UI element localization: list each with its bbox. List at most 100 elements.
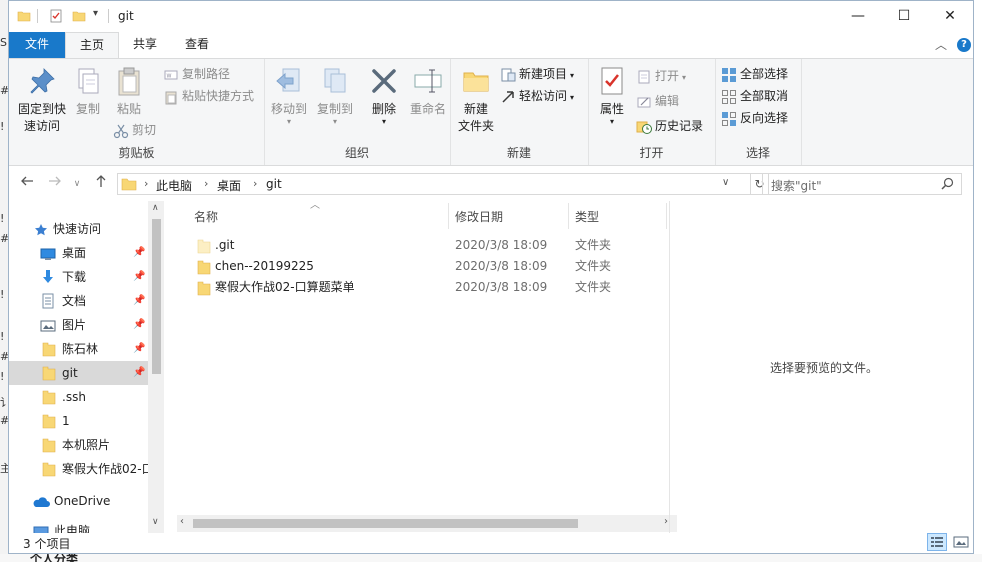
background-page-strip: 个人分类	[0, 554, 982, 562]
nav-this-pc[interactable]: 此电脑	[9, 519, 148, 533]
nav-item-downloads[interactable]: 下载 📌	[9, 265, 148, 289]
file-type: 文件夹	[575, 238, 612, 252]
copy-button[interactable]: 复制	[71, 65, 105, 118]
breadcrumb-chevron-icon[interactable]: ›	[204, 177, 208, 190]
horizontal-scroll-thumb[interactable]	[193, 519, 578, 528]
minimize-button[interactable]: —	[835, 1, 881, 32]
chevron-right-icon[interactable]: ›	[664, 516, 668, 527]
breadcrumb-desktop[interactable]: 桌面	[217, 177, 241, 194]
details-view-button[interactable]	[927, 533, 947, 551]
address-dropdown-icon[interactable]: ∨	[722, 177, 729, 188]
folder-icon	[42, 461, 56, 481]
pin-to-quick-access-button[interactable]: 固定到快 速访问	[13, 65, 71, 135]
easy-access-button[interactable]: 轻松访问 ▾	[500, 87, 574, 105]
nav-item-local-photos[interactable]: 本机照片	[9, 433, 148, 457]
breadcrumb-chevron-icon[interactable]: ›	[144, 177, 148, 190]
scissors-icon	[113, 123, 129, 139]
nav-item-ssh[interactable]: .ssh	[9, 385, 148, 409]
explorer-window: ▾ git — ☐ ✕ 文件 主页 共享 查看 ︿ ? 固定到快 速访问 复制 …	[8, 0, 974, 554]
copy-path-button[interactable]: W 复制路径	[163, 65, 230, 83]
column-divider[interactable]	[568, 203, 569, 229]
back-button[interactable]	[17, 174, 37, 194]
breadcrumb-chevron-icon[interactable]: ›	[253, 177, 257, 190]
address-bar[interactable]: › 此电脑 › 桌面 › git ∨	[117, 173, 751, 195]
invert-selection-button[interactable]: 反向选择	[721, 109, 788, 127]
breadcrumb-git[interactable]: git	[266, 177, 282, 191]
paste-shortcut-icon	[163, 89, 179, 105]
tab-share[interactable]: 共享	[119, 32, 171, 58]
open-button[interactable]: 打开 ▾	[636, 67, 686, 85]
search-icon[interactable]	[941, 177, 954, 193]
maximize-button[interactable]: ☐	[881, 1, 927, 32]
horizontal-scrollbar[interactable]: ‹ ›	[177, 515, 677, 532]
history-label: 历史记录	[655, 119, 704, 133]
rename-button[interactable]: 重命名	[408, 65, 448, 118]
copy-to-button[interactable]: 复制到 ▾	[314, 65, 356, 126]
preview-pane: 选择要预览的文件。	[669, 201, 974, 533]
pin-icon	[26, 65, 58, 97]
invert-selection-icon	[721, 111, 737, 127]
paste-button[interactable]: 粘贴	[111, 65, 147, 118]
nav-scrollbar[interactable]: ∧ ∨	[148, 201, 164, 533]
chevron-up-icon[interactable]: ∧	[152, 203, 159, 213]
up-button[interactable]	[91, 174, 111, 194]
file-row[interactable]: 寒假大作战02-口算题菜单 2020/3/8 18:09 文件夹	[186, 277, 666, 298]
forward-button[interactable]	[45, 174, 65, 194]
window-title: git	[118, 9, 134, 23]
file-row[interactable]: chen--20199225 2020/3/8 18:09 文件夹	[186, 256, 666, 277]
column-divider[interactable]	[666, 203, 667, 229]
large-icons-view-button[interactable]	[951, 533, 971, 551]
file-row[interactable]: .git 2020/3/8 18:09 文件夹	[186, 235, 666, 256]
star-icon	[34, 221, 48, 241]
help-icon[interactable]: ?	[957, 38, 971, 52]
new-folder-icon[interactable]	[72, 9, 86, 26]
new-folder-button[interactable]: 新建 文件夹	[454, 65, 498, 135]
chevron-down-icon[interactable]: ∨	[152, 517, 159, 527]
quick-access-dropdown-icon[interactable]: ▾	[93, 8, 98, 19]
folder-icon	[42, 437, 56, 457]
nav-item-chenshilin[interactable]: 陈石林 📌	[9, 337, 148, 361]
select-all-button[interactable]: 全部选择	[721, 65, 788, 83]
column-header-date[interactable]: 修改日期	[455, 208, 503, 225]
tab-file[interactable]: 文件	[9, 32, 65, 58]
properties-check-icon[interactable]	[49, 9, 63, 26]
nav-onedrive[interactable]: OneDrive	[9, 489, 148, 513]
nav-item-winter-project[interactable]: 寒假大作战02-口	[9, 457, 148, 481]
breadcrumb-this-pc[interactable]: 此电脑	[156, 177, 192, 194]
select-none-button[interactable]: 全部取消	[721, 87, 788, 105]
properties-button[interactable]: 属性 ▾	[594, 65, 630, 126]
nav-item-documents[interactable]: 文档 📌	[9, 289, 148, 313]
new-item-button[interactable]: 新建项目 ▾	[500, 65, 574, 83]
move-to-button[interactable]: 移动到 ▾	[268, 65, 310, 126]
select-none-label: 全部取消	[740, 89, 789, 103]
recent-locations-button[interactable]: ∨	[67, 174, 87, 194]
close-button[interactable]: ✕	[927, 1, 973, 32]
nav-item-1[interactable]: 1	[9, 409, 148, 433]
nav-item-pictures[interactable]: 图片 📌	[9, 313, 148, 337]
select-all-label: 全部选择	[740, 67, 789, 81]
search-box[interactable]: 搜索"git"	[762, 173, 962, 195]
new-folder-label-line1: 新建	[463, 102, 488, 116]
group-label-clipboard: 剪贴板	[118, 146, 155, 160]
delete-button[interactable]: 删除 ▾	[368, 65, 400, 126]
collapse-ribbon-icon[interactable]: ︿	[935, 36, 947, 53]
history-button[interactable]: 历史记录	[636, 117, 703, 135]
nav-item-desktop[interactable]: 桌面 📌	[9, 241, 148, 265]
chevron-left-icon[interactable]: ‹	[180, 516, 184, 527]
column-header-name[interactable]: 名称	[194, 208, 218, 225]
paste-shortcut-button[interactable]: 粘贴快捷方式	[163, 87, 254, 105]
ribbon: 固定到快 速访问 复制 粘贴 W 复制路径 粘贴快捷方式 剪切 剪贴板 移动到 …	[9, 58, 973, 166]
tab-view[interactable]: 查看	[171, 32, 223, 58]
copy-to-icon	[319, 65, 351, 97]
copy-path-icon: W	[163, 67, 179, 83]
edit-button[interactable]: 编辑	[636, 92, 679, 110]
nav-scroll-thumb[interactable]	[152, 219, 161, 374]
nav-quick-access[interactable]: 快速访问	[9, 217, 148, 241]
column-divider[interactable]	[448, 203, 449, 229]
cut-button[interactable]: 剪切	[113, 121, 156, 139]
folder-icon	[42, 389, 56, 409]
tab-home[interactable]: 主页	[65, 32, 119, 58]
dropdown-arrow-icon: ▾	[682, 73, 687, 82]
nav-item-git[interactable]: git 📌	[9, 361, 148, 385]
column-header-type[interactable]: 类型	[575, 208, 599, 225]
